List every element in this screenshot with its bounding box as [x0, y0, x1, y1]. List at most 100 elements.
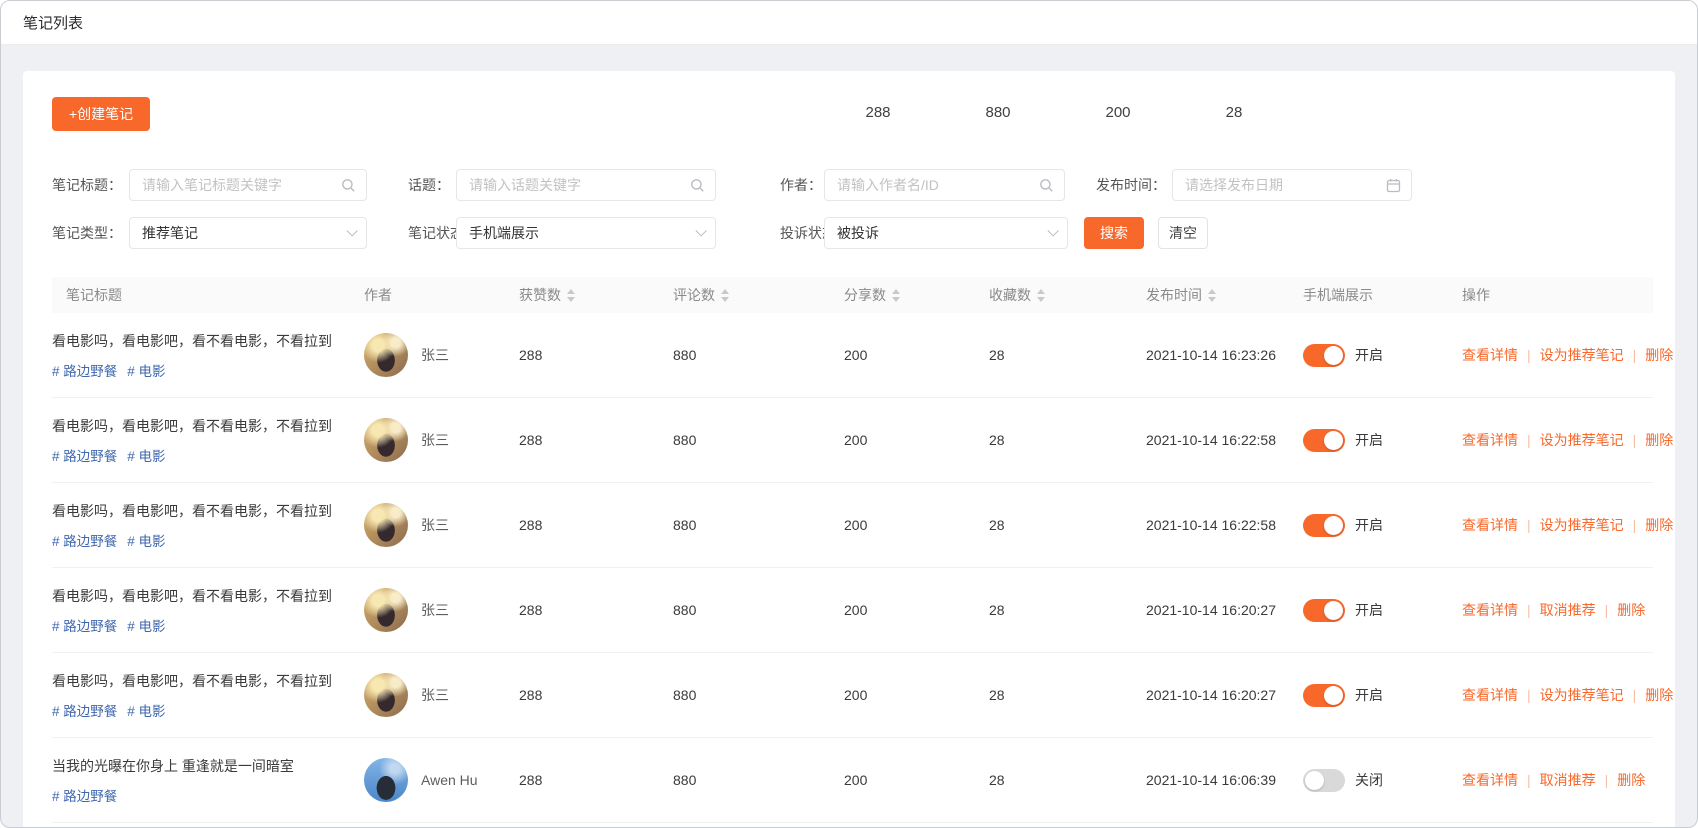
- row-actions: 查看详情|设为推荐笔记|删除: [1462, 685, 1673, 705]
- header-mobile-display: 手机端展示: [1303, 285, 1462, 305]
- note-type-select[interactable]: 推荐笔记: [129, 217, 367, 249]
- sort-icon[interactable]: [1037, 289, 1045, 302]
- author-cell: 张三: [364, 418, 519, 462]
- action-link[interactable]: 删除: [1617, 602, 1645, 618]
- topic-search-box: [456, 169, 716, 201]
- mobile-display-toggle[interactable]: [1303, 684, 1345, 707]
- avatar: [364, 758, 408, 802]
- author-cell: 张三: [364, 673, 519, 717]
- mobile-display-cell: 开启: [1303, 599, 1462, 622]
- table-row: 看电影吗，看电影吧，看不看电影，不看拉到 # 路边野餐# 电影 张三 288 8…: [52, 653, 1653, 738]
- toggle-state-label: 开启: [1355, 515, 1383, 535]
- action-link[interactable]: 设为推荐笔记: [1540, 432, 1624, 448]
- content-card: +创建笔记 288 880 200 28 笔记标题： 话题：: [23, 71, 1675, 828]
- stat-likes: 288: [838, 104, 918, 121]
- action-link[interactable]: 查看详情: [1462, 517, 1518, 533]
- stat-shares: 200: [1078, 104, 1158, 121]
- tag-link[interactable]: # 路边野餐: [52, 789, 117, 804]
- favorites-count: 28: [989, 602, 1146, 618]
- avatar: [364, 588, 408, 632]
- action-link[interactable]: 删除: [1645, 687, 1673, 703]
- action-separator: |: [1633, 432, 1637, 448]
- author-input[interactable]: [825, 170, 1039, 200]
- tag-link[interactable]: # 路边野餐: [52, 449, 117, 464]
- tag-link[interactable]: # 电影: [127, 449, 165, 464]
- sort-icon[interactable]: [721, 289, 729, 302]
- mobile-display-toggle[interactable]: [1303, 429, 1345, 452]
- mobile-display-toggle[interactable]: [1303, 514, 1345, 537]
- tag-link[interactable]: # 电影: [127, 619, 165, 634]
- table-row: 看电影吗，看电影吧，看不看电影，不看拉到 # 路边野餐# 电影 张三 288 8…: [52, 568, 1653, 653]
- action-link[interactable]: 设为推荐笔记: [1540, 687, 1624, 703]
- avatar: [364, 333, 408, 377]
- action-link[interactable]: 删除: [1645, 517, 1673, 533]
- action-link[interactable]: 查看详情: [1462, 687, 1518, 703]
- topic-input[interactable]: [457, 170, 690, 200]
- search-icon: [690, 178, 705, 193]
- note-tags: # 路边野餐 # 电影: [52, 700, 340, 720]
- chevron-down-icon: [1047, 225, 1058, 236]
- action-link[interactable]: 取消推荐: [1540, 772, 1596, 788]
- search-icon: [1039, 178, 1054, 193]
- complaint-status-select[interactable]: 被投诉: [824, 217, 1068, 249]
- tag-link[interactable]: # 路边野餐: [52, 534, 117, 549]
- shares-count: 200: [844, 602, 989, 618]
- chevron-down-icon: [695, 225, 706, 236]
- tag-link[interactable]: # 路边野餐: [52, 704, 117, 719]
- action-separator: |: [1633, 347, 1637, 363]
- action-link[interactable]: 设为推荐笔记: [1540, 517, 1624, 533]
- filter-row-1: 笔记标题： 话题： 作者： 发布时间：: [52, 169, 1653, 201]
- row-actions: 查看详情|取消推荐|删除: [1462, 600, 1653, 620]
- note-title: 看电影吗，看电影吧，看不看电影，不看拉到: [52, 671, 340, 691]
- note-title-input[interactable]: [130, 170, 341, 200]
- tag-link[interactable]: # 电影: [127, 534, 165, 549]
- shares-count: 200: [844, 432, 989, 448]
- mobile-display-toggle[interactable]: [1303, 344, 1345, 367]
- tag-link[interactable]: # 电影: [127, 364, 165, 379]
- toolbar: +创建笔记 288 880 200 28: [52, 71, 1653, 165]
- topic-filter-label: 话题：: [408, 169, 450, 201]
- mobile-display-cell: 关闭: [1303, 769, 1462, 792]
- action-link[interactable]: 查看详情: [1462, 432, 1518, 448]
- action-link[interactable]: 删除: [1645, 432, 1673, 448]
- header-likes: 获赞数: [519, 285, 673, 305]
- action-separator: |: [1605, 602, 1609, 618]
- action-link[interactable]: 查看详情: [1462, 347, 1518, 363]
- action-link[interactable]: 设为推荐笔记: [1540, 347, 1624, 363]
- action-link[interactable]: 删除: [1645, 347, 1673, 363]
- calendar-icon: [1386, 178, 1401, 193]
- tag-link[interactable]: # 路边野餐: [52, 619, 117, 634]
- note-title: 看电影吗，看电影吧，看不看电影，不看拉到: [52, 416, 340, 436]
- note-title: 看电影吗，看电影吧，看不看电影，不看拉到: [52, 501, 340, 521]
- mobile-display-toggle[interactable]: [1303, 769, 1345, 792]
- action-link[interactable]: 查看详情: [1462, 772, 1518, 788]
- mobile-display-toggle[interactable]: [1303, 599, 1345, 622]
- comments-count: 880: [673, 517, 844, 533]
- sort-icon[interactable]: [1208, 289, 1216, 302]
- publish-time: 2021-10-14 16:22:58: [1146, 432, 1303, 448]
- note-title-cell: 当我的光曝在你身上 重逢就是一间暗室 # 路边野餐: [52, 756, 364, 805]
- publish-time: 2021-10-14 16:23:26: [1146, 347, 1303, 363]
- action-link[interactable]: 取消推荐: [1540, 602, 1596, 618]
- tag-link[interactable]: # 电影: [127, 704, 165, 719]
- table-row: 看电影吗，看电影吧，看不看电影，不看拉到 # 路边野餐# 电影 张三 288 8…: [52, 398, 1653, 483]
- stats-row: 288 880 200 28: [52, 104, 1653, 124]
- table-row: 当我的光曝在你身上 重逢就是一间暗室 # 路边野餐 Awen Hu 288 88…: [52, 738, 1653, 823]
- clear-button[interactable]: 清空: [1158, 217, 1208, 249]
- row-actions: 查看详情|取消推荐|删除: [1462, 770, 1653, 790]
- action-link[interactable]: 删除: [1617, 772, 1645, 788]
- search-button[interactable]: 搜索: [1084, 217, 1144, 249]
- sort-icon[interactable]: [567, 289, 575, 302]
- sort-icon[interactable]: [892, 289, 900, 302]
- likes-count: 288: [519, 517, 673, 533]
- note-status-select[interactable]: 手机端展示: [456, 217, 716, 249]
- action-link[interactable]: 查看详情: [1462, 602, 1518, 618]
- avatar: [364, 503, 408, 547]
- author-cell: 张三: [364, 588, 519, 632]
- favorites-count: 28: [989, 517, 1146, 533]
- top-bar: 笔记列表: [1, 1, 1697, 45]
- tag-link[interactable]: # 路边野餐: [52, 364, 117, 379]
- toggle-knob: [1324, 686, 1343, 705]
- publish-date-input[interactable]: [1173, 170, 1386, 200]
- author-cell: 张三: [364, 333, 519, 377]
